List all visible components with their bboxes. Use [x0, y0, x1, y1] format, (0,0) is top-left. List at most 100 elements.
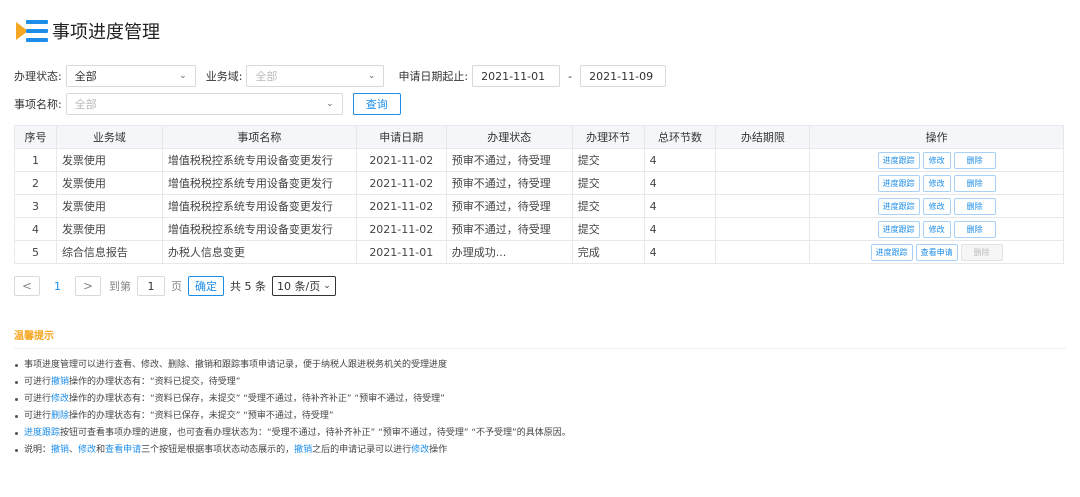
table-row: 2 发票使用 增值税税控系统专用设备变更发行 2021-11-02 预审不通过，待受理提…: [14, 171, 1064, 195]
tip-text: 操作的办理状态有：“资料已保存，未提交” “受理不通过，待补齐补正” “预审不通…: [69, 394, 445, 404]
table-row: 3 发票使用 增值税税控系统专用设备变更发行 2021-11-02 预审不通过，待受理提…: [14, 194, 1064, 218]
cell-deadline: [715, 194, 811, 218]
cell-apply-date: 2021-11-02: [355, 171, 447, 195]
domain-select[interactable]: 全部 ⌄: [246, 65, 385, 87]
cell-stage: 提交: [571, 194, 645, 218]
cell-total-stages: 4: [643, 148, 717, 172]
tip-item: 可进行删除操作的办理状态有：“资料已保存，未提交” “预审不通过，待受理”: [14, 408, 1066, 425]
tip-text: 操作的办理状态有：“资料已提交，待受理”: [69, 377, 241, 387]
chevron-down-icon: ⌄: [179, 71, 187, 81]
tip-highlight-delete: 删除: [51, 411, 70, 421]
cell-domain: 发票使用: [55, 217, 163, 241]
col-header: 操作: [809, 125, 1064, 149]
tip-text: 可进行: [24, 411, 52, 421]
tip-highlight-modify: 修改: [51, 394, 70, 404]
tips-panel: 温馨提示 事项进度管理可以进行查看、修改、删除、撤销和跟踪事项申请记录，便于纳税…: [14, 327, 1066, 459]
track-progress-button[interactable]: 进度跟踪: [877, 220, 920, 238]
cell-status: 预审不通过，待受理: [445, 148, 573, 172]
view-application-button[interactable]: 查看申请: [915, 243, 958, 261]
cell-apply-date: 2021-11-02: [355, 194, 447, 218]
query-button[interactable]: 查询: [352, 93, 401, 115]
table-row: 5 综合信息报告 办税人信息变更 2021-11-01 办理成功... 完成 4 进度跟踪 查看…: [14, 240, 1064, 264]
cell-apply-date: 2021-11-02: [355, 217, 447, 241]
delete-button: 删除: [960, 243, 1003, 261]
item-name-placeholder: 全部: [74, 98, 97, 111]
cell-index: 4: [14, 217, 57, 241]
status-label: 办理状态:: [14, 70, 62, 83]
col-header: 申请日期: [355, 125, 447, 149]
tip-item: 可进行修改操作的办理状态有：“资料已保存，未提交” “受理不通过，待补齐补正” …: [14, 391, 1066, 408]
cell-stage: 提交: [571, 171, 645, 195]
next-page-button[interactable]: >: [75, 276, 101, 296]
chevron-down-icon: ⌄: [326, 99, 334, 109]
chevron-down-icon: ⌄: [323, 281, 331, 291]
cell-total-stages: 4: [643, 240, 717, 264]
goto-label: 到第: [109, 280, 131, 293]
tip-text: 之后的申请记录可以进行: [312, 445, 412, 455]
goto-page-input[interactable]: 1: [137, 276, 165, 296]
col-header: 业务域: [55, 125, 163, 149]
cell-status: 预审不通过，待受理: [445, 217, 573, 241]
goto-confirm-button[interactable]: 确定: [188, 276, 224, 296]
cell-index: 3: [14, 194, 57, 218]
page-number-1[interactable]: 1: [54, 280, 61, 293]
tip-highlight-track: 进度跟踪: [24, 428, 61, 438]
modify-button[interactable]: 修改: [922, 197, 951, 215]
date-end-input[interactable]: 2021-11-09: [580, 65, 667, 87]
cell-item-name: 增值税税控系统专用设备变更发行: [161, 148, 357, 172]
cell-index: 1: [14, 148, 57, 172]
tip-highlight: 修改: [78, 445, 97, 455]
modify-button[interactable]: 修改: [922, 174, 951, 192]
cell-item-name: 办税人信息变更: [161, 240, 357, 264]
total-count: 共 5 条: [230, 280, 266, 293]
page-size-select[interactable]: 10 条/页 ⌄: [272, 276, 336, 296]
menu-logo-icon: [16, 18, 48, 44]
track-progress-button[interactable]: 进度跟踪: [877, 174, 920, 192]
cell-stage: 完成: [571, 240, 645, 264]
delete-button[interactable]: 删除: [953, 220, 996, 238]
delete-button[interactable]: 删除: [953, 174, 996, 192]
col-header: 办结期限: [715, 125, 811, 149]
cell-total-stages: 4: [643, 217, 717, 241]
pagination: < 1 > 到第 1 页 确定 共 5 条 10 条/页 ⌄: [14, 276, 336, 296]
cell-domain: 发票使用: [55, 148, 163, 172]
cell-index: 2: [14, 171, 57, 195]
cell-actions: 进度跟踪 修改 删除: [809, 194, 1064, 218]
prev-page-button[interactable]: <: [14, 276, 40, 296]
page-title: 事项进度管理: [52, 22, 160, 43]
item-name-select[interactable]: 全部 ⌄: [65, 93, 343, 115]
cell-actions: 进度跟踪 查看申请 删除: [809, 240, 1064, 264]
delete-button[interactable]: 删除: [953, 151, 996, 169]
table-row: 4 发票使用 增值税税控系统专用设备变更发行 2021-11-02 预审不通过，待受理提…: [14, 217, 1064, 241]
tip-text: 和: [96, 445, 106, 455]
delete-button[interactable]: 删除: [953, 197, 996, 215]
cell-status: 办理成功...: [445, 240, 573, 264]
table-row: 1 发票使用 增值税税控系统专用设备变更发行 2021-11-02 预审不通过，待受理提…: [14, 148, 1064, 172]
tip-item: 可进行撤销操作的办理状态有：“资料已提交，待受理”: [14, 374, 1066, 391]
tip-text: 说明：: [24, 445, 52, 455]
tip-text: 操作的办理状态有：“资料已保存，未提交” “预审不通过，待受理”: [69, 411, 334, 421]
status-select[interactable]: 全部 ⌄: [65, 65, 196, 87]
tip-text: 操作: [429, 445, 448, 455]
tip-text: 、: [69, 445, 79, 455]
tip-highlight: 撤销: [294, 445, 313, 455]
date-start-input[interactable]: 2021-11-01: [472, 65, 561, 87]
item-name-label: 事项名称:: [14, 98, 62, 111]
modify-button[interactable]: 修改: [922, 220, 951, 238]
domain-label: 业务域:: [205, 70, 243, 83]
cell-deadline: [715, 240, 811, 264]
tip-item: 事项进度管理可以进行查看、修改、删除、撤销和跟踪事项申请记录，便于纳税人跟进税务…: [14, 357, 1066, 374]
track-progress-button[interactable]: 进度跟踪: [870, 243, 913, 261]
tip-text: 按钮可查看事项办理的进度，也可查看办理状态为：“受理不通过，待补齐补正” “预审…: [60, 428, 571, 438]
cell-deadline: [715, 171, 811, 195]
tip-item: 进度跟踪按钮可查看事项办理的进度，也可查看办理状态为：“受理不通过，待补齐补正”…: [14, 425, 1066, 442]
cell-status: 预审不通过，待受理: [445, 194, 573, 218]
modify-button[interactable]: 修改: [922, 151, 951, 169]
track-progress-button[interactable]: 进度跟踪: [877, 151, 920, 169]
cell-domain: 综合信息报告: [55, 240, 163, 264]
track-progress-button[interactable]: 进度跟踪: [877, 197, 920, 215]
col-header: 办理状态: [445, 125, 573, 149]
cell-deadline: [715, 148, 811, 172]
col-header: 总环节数: [643, 125, 717, 149]
status-select-value: 全部: [74, 70, 97, 83]
